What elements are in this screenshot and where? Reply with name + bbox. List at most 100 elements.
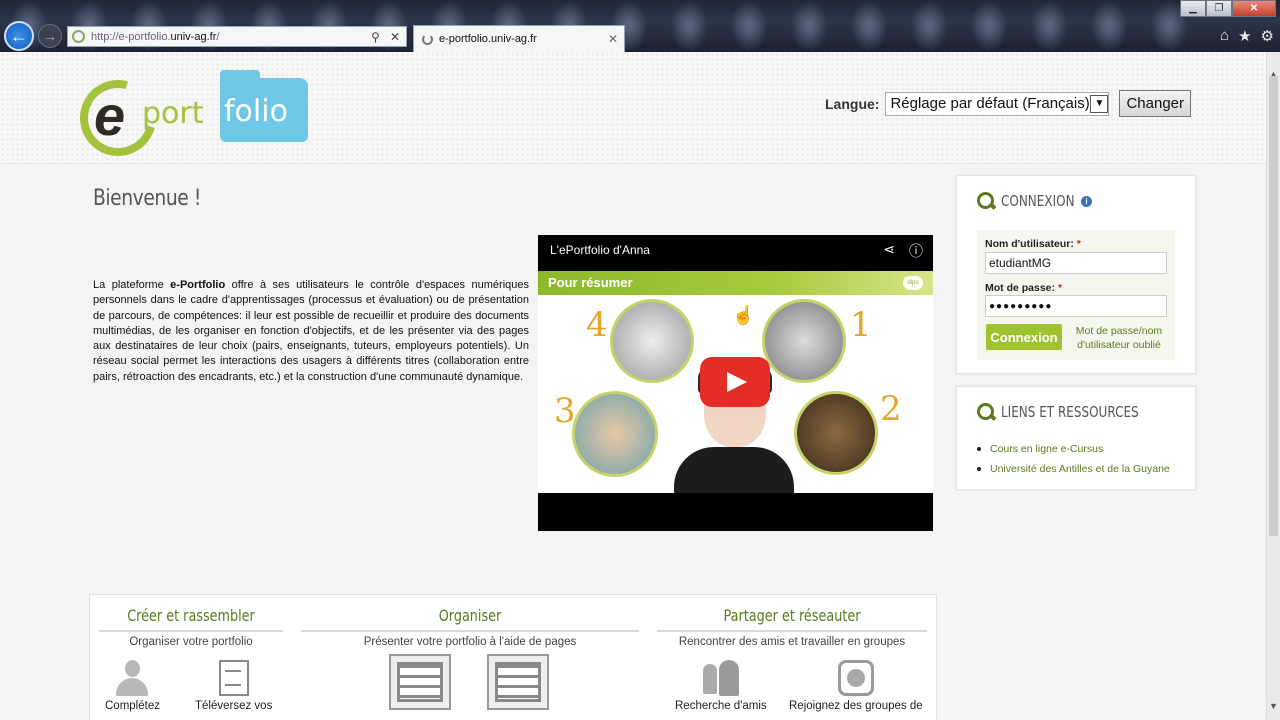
language-select[interactable]: Réglage par défaut (Français) ▼: [885, 91, 1110, 116]
groups-icon: [837, 660, 874, 696]
feature-items: [301, 654, 639, 720]
feature-create: Créer et rassembler Organiser votre port…: [99, 595, 283, 720]
tab-title: e-portfolio.univ-ag.fr: [439, 33, 537, 45]
video-tools: ⋖ ⓘ: [883, 241, 923, 261]
address-bar[interactable]: http://e-portfolio. univ-ag.fr / ⚲ ✕: [67, 26, 407, 47]
feature-item-profile[interactable]: Complétez: [105, 660, 160, 712]
arrow-right-icon: →: [43, 28, 57, 44]
info-icon[interactable]: i: [1080, 195, 1092, 207]
share-icon[interactable]: ⋖: [883, 241, 895, 261]
feature-organise: Organiser Présenter votre portfolio à l'…: [301, 595, 639, 720]
page-scrollbar[interactable]: ▲ ▼: [1266, 52, 1280, 720]
feature-items: Recherche d'amis Rejoignez des groupes d…: [657, 660, 927, 720]
login-title: CONNEXION i: [977, 192, 1092, 210]
maximize-button[interactable]: ❐: [1206, 0, 1232, 17]
presenter-body: [674, 447, 794, 493]
thumbnail-circle-video: [794, 391, 878, 475]
settings-gear-icon[interactable]: ⚙: [1261, 27, 1274, 45]
login-panel: CONNEXION i Nom d'utilisateur: * etudian…: [956, 175, 1196, 374]
search-icon: [977, 403, 995, 421]
intro-brand: e-Portfolio: [170, 279, 226, 291]
tab-close-icon[interactable]: ✕: [608, 32, 624, 46]
links-heading: LIENS ET RESSOURCES: [1001, 403, 1139, 421]
feature-item-upload[interactable]: Téléversez vos: [195, 660, 272, 712]
search-icon: [977, 192, 995, 210]
search-icon[interactable]: ⚲: [371, 30, 380, 44]
home-icon[interactable]: ⌂: [1220, 27, 1229, 45]
feature-item-label: Téléversez vos: [195, 700, 273, 712]
video-player[interactable]: L'ePortfolio d'Anna ⋖ ⓘ Pour résumer dlp…: [538, 235, 933, 531]
minimize-button[interactable]: ▁: [1180, 0, 1206, 17]
login-button[interactable]: Connexion: [986, 324, 1062, 350]
site-favicon-icon: [72, 30, 85, 43]
feature-subtitle: Présenter votre portfolio à l'aide de pa…: [363, 636, 577, 648]
feature-item-collections[interactable]: [487, 654, 549, 714]
scroll-thumb[interactable]: [1269, 76, 1278, 536]
url-prefix: http://e-portfolio.: [91, 30, 171, 43]
upload-document-icon: [218, 660, 249, 696]
page-layout-icon: [389, 654, 451, 710]
video-title[interactable]: L'ePortfolio d'Anna: [550, 243, 650, 257]
user-icon: [114, 660, 150, 696]
hand-cursor-icon: ☝: [732, 305, 755, 325]
links-panel: LIENS ET RESSOURCES Cours en ligne e-Cur…: [956, 386, 1196, 490]
loading-spinner-icon: [422, 33, 433, 45]
link-university[interactable]: Université des Antilles et de la Guyane: [977, 463, 1170, 475]
browser-tab[interactable]: e-portfolio.univ-ag.fr ✕: [413, 25, 625, 52]
close-window-button[interactable]: ✕: [1232, 0, 1276, 17]
thumbnail-circle-writing: [610, 299, 694, 383]
eportfolio-logo[interactable]: e port folio: [66, 66, 320, 170]
username-label: Nom d'utilisateur: *: [985, 238, 1081, 250]
browser-toolbar-icons: ⌂ ★ ⚙: [1220, 27, 1274, 45]
address-bar-icons: ⚲ ✕: [371, 30, 406, 44]
feature-item-groups[interactable]: Rejoignez des groupes de: [789, 660, 923, 712]
scroll-down-icon[interactable]: ▼: [1267, 698, 1280, 714]
play-icon[interactable]: [700, 357, 770, 407]
login-heading: CONNEXION: [1001, 192, 1075, 210]
link-ecursus[interactable]: Cours en ligne e-Cursus: [977, 443, 1170, 455]
intro-text: La plateforme e-Portfolio offre à ses ut…: [93, 278, 529, 385]
language-selector: Langue: Réglage par défaut (Français) ▼ …: [825, 90, 1191, 117]
feature-share: Partager et réseauter Rencontrer des ami…: [657, 595, 927, 720]
divider: [657, 630, 927, 632]
logo-e: e: [94, 84, 126, 147]
thumbnail-circle-cabinet: [762, 299, 846, 383]
forward-button[interactable]: →: [38, 24, 62, 48]
links-title: LIENS ET RESSOURCES: [977, 403, 1173, 421]
feature-title: Organiser: [438, 606, 502, 625]
password-field[interactable]: ●●●●●●●●●: [985, 295, 1167, 317]
username-field[interactable]: etudiantMG: [985, 252, 1167, 274]
feature-item-pages[interactable]: [389, 654, 451, 714]
arrow-left-icon: ←: [10, 25, 28, 46]
feature-item-friends[interactable]: Recherche d'amis: [675, 660, 767, 712]
page-title: Bienvenue !: [93, 186, 201, 211]
feature-title: Partager et réseauter: [723, 606, 861, 625]
thumbnail-circle-students: [572, 391, 658, 477]
stop-icon[interactable]: ✕: [390, 30, 400, 44]
intro-body: offre à ses utilisateurs le contrôle d'e…: [93, 279, 529, 383]
divider: [99, 630, 283, 632]
links-list: Cours en ligne e-Cursus Université des A…: [977, 443, 1170, 483]
friends-icon: [701, 660, 741, 696]
feature-title: Créer et rassembler: [127, 606, 255, 625]
step-number: 3: [554, 391, 576, 431]
forgot-password-link[interactable]: Mot de passe/nom d'utilisateur oublié: [1069, 324, 1169, 352]
back-button[interactable]: ←: [4, 21, 34, 51]
feature-item-label: Complétez: [105, 700, 160, 712]
divider: [301, 630, 639, 632]
favorites-star-icon[interactable]: ★: [1238, 27, 1251, 45]
video-thumbnail[interactable]: Pour résumer dlpo 4 1 3 2 ☝: [538, 271, 933, 493]
info-icon[interactable]: ⓘ: [909, 241, 923, 261]
window-controls: ▁ ❐ ✕: [1180, 0, 1276, 17]
change-language-button[interactable]: Changer: [1119, 90, 1191, 117]
site-header: e port folio Langue: Réglage par défaut …: [0, 52, 1266, 170]
feature-item-label: Rejoignez des groupes de: [789, 700, 923, 712]
feature-subtitle: Organiser votre portfolio: [129, 636, 253, 648]
features-section: Créer et rassembler Organiser votre port…: [89, 594, 937, 720]
logo-port: port: [142, 96, 204, 131]
step-number: 1: [850, 305, 872, 345]
browser-chrome: ▁ ❐ ✕ ← → http://e-portfolio. univ-ag.fr /…: [0, 0, 1280, 52]
feature-items: Complétez Téléversez vos: [99, 660, 283, 720]
video-badge: dlpo: [903, 276, 923, 290]
page-content: e port folio Langue: Réglage par défaut …: [0, 52, 1266, 720]
